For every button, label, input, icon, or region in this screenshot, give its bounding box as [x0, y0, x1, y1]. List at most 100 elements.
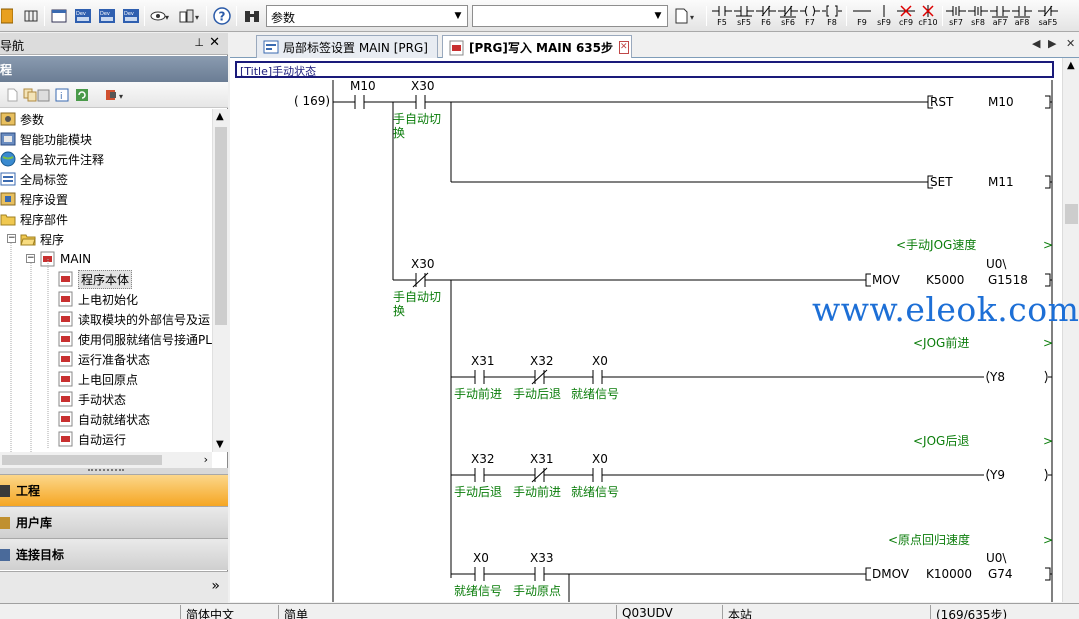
- statement-end: >: [1043, 533, 1054, 547]
- step-number: ( 169): [294, 94, 331, 108]
- contact-x31[interactable]: X31: [471, 354, 495, 368]
- project-section-header: 程: [0, 56, 228, 82]
- scroll-thumb[interactable]: [1065, 204, 1078, 224]
- falling-pulse-button[interactable]: sF8: [968, 3, 988, 29]
- contact-x0[interactable]: X0: [592, 354, 608, 368]
- project-icon[interactable]: [0, 5, 14, 27]
- device-search-combo[interactable]: 参数 ▼: [266, 5, 468, 27]
- contact-x31[interactable]: X31: [530, 452, 554, 466]
- instruction-dmov[interactable]: DMOV: [872, 567, 909, 581]
- close-icon[interactable]: ✕: [209, 35, 220, 50]
- contact-x0[interactable]: X0: [473, 551, 489, 565]
- tab-label: 局部标签设置 MAIN [PRG]: [283, 40, 428, 55]
- dev-icon-1[interactable]: Dev: [72, 5, 94, 27]
- new-document-icon[interactable]: ▾: [670, 5, 704, 27]
- chevron-down-icon[interactable]: ▼: [451, 8, 465, 24]
- contact-x30[interactable]: X30: [411, 257, 435, 271]
- dev-icon-2[interactable]: Dev: [96, 5, 118, 27]
- close-icon[interactable]: ✕: [619, 41, 629, 54]
- tab-scroll-left-icon[interactable]: ◀: [1032, 37, 1040, 50]
- comment-switch: 手自动切: [393, 112, 442, 126]
- scroll-thumb[interactable]: [2, 455, 162, 465]
- watch-icon[interactable]: ▾: [148, 5, 174, 27]
- svg-text:▾: ▾: [690, 13, 694, 22]
- settings-dropdown-icon[interactable]: ▾: [104, 87, 128, 103]
- operand-m10[interactable]: M10: [988, 95, 1014, 109]
- refresh-icon[interactable]: [74, 87, 90, 103]
- fkey-label: sF6: [781, 18, 795, 27]
- help-icon[interactable]: ?: [210, 5, 234, 27]
- invert-result-button[interactable]: saF5: [1038, 3, 1058, 29]
- vertical-line-button[interactable]: sF9: [874, 3, 894, 29]
- contact-no-button[interactable]: F5: [712, 3, 732, 29]
- list-window-icon[interactable]: [48, 5, 70, 27]
- paste-icon[interactable]: [36, 87, 52, 103]
- operand-g74[interactable]: G74: [988, 567, 1013, 581]
- tab-program-main[interactable]: [PRG]写入 MAIN 635步 ✕: [442, 35, 632, 59]
- comment-manual-back: 手动后退: [513, 387, 562, 401]
- tab-local-label[interactable]: 局部标签设置 MAIN [PRG]: [256, 35, 438, 58]
- scroll-down-icon[interactable]: ▼: [216, 439, 224, 450]
- dev-icon-3[interactable]: Dev: [120, 5, 142, 27]
- scroll-right-icon[interactable]: ›: [204, 453, 208, 466]
- rising-pulse-button[interactable]: sF7: [946, 3, 966, 29]
- contact-m10[interactable]: M10: [350, 79, 376, 93]
- coil-button[interactable]: F7: [800, 3, 820, 29]
- scroll-up-icon[interactable]: ▲: [1067, 60, 1075, 71]
- operand-k5000[interactable]: K5000: [926, 273, 964, 287]
- coil-y8[interactable]: Y8: [990, 370, 1005, 384]
- instruction-mov[interactable]: MOV: [872, 273, 900, 287]
- contact-x30[interactable]: X30: [411, 79, 435, 93]
- device-test-icon[interactable]: ▾: [176, 5, 204, 27]
- nav-library-button[interactable]: 用户库: [0, 506, 228, 538]
- rising-pulse-parallel-button[interactable]: aF7: [990, 3, 1010, 29]
- statement-jog-speed: <手动JOG速度: [896, 238, 977, 252]
- pin-icon[interactable]: ⊥: [194, 36, 204, 49]
- instruction-button[interactable]: F8: [822, 3, 842, 29]
- delete-horizontal-button[interactable]: cF9: [896, 3, 916, 29]
- operand-g1518[interactable]: G1518: [988, 273, 1028, 287]
- scroll-up-icon[interactable]: ▲: [216, 111, 224, 122]
- properties-icon[interactable]: i: [54, 87, 70, 103]
- delete-vertical-button[interactable]: cF10: [918, 3, 938, 29]
- instruction-rst[interactable]: RST: [930, 95, 953, 109]
- fkey-label: F5: [717, 18, 727, 27]
- contact-x32[interactable]: X32: [471, 452, 495, 466]
- module-icon[interactable]: [20, 5, 42, 27]
- instruction-set[interactable]: SET: [930, 175, 953, 189]
- tree-guide-lines: [10, 243, 49, 452]
- contact-nc-button[interactable]: F6: [756, 3, 776, 29]
- contact-x32[interactable]: X32: [530, 354, 554, 368]
- contact-no-parallel-button[interactable]: sF5: [734, 3, 754, 29]
- contact-x33[interactable]: X33: [530, 551, 554, 565]
- rung-title-box[interactable]: [Title]手动状态: [235, 61, 1054, 78]
- editor-vertical-scrollbar[interactable]: ▲: [1062, 58, 1079, 602]
- horizontal-line-button[interactable]: F9: [852, 3, 872, 29]
- scroll-thumb[interactable]: [215, 127, 227, 325]
- binoculars-icon[interactable]: [240, 5, 264, 27]
- contact-x0[interactable]: X0: [592, 452, 608, 466]
- close-icon[interactable]: ✕: [1066, 37, 1075, 50]
- new-item-icon[interactable]: [4, 87, 20, 103]
- rung-title: [Title]手动状态: [240, 65, 317, 78]
- fkey-label: sF9: [877, 18, 891, 27]
- operand-k10000[interactable]: K10000: [926, 567, 972, 581]
- nav-project-button[interactable]: 工程: [0, 474, 228, 506]
- nav-button-label: 用户库: [16, 516, 53, 530]
- falling-pulse-parallel-button[interactable]: aF8: [1012, 3, 1032, 29]
- statement-end: >: [1043, 434, 1054, 448]
- coil-y9[interactable]: Y9: [990, 468, 1005, 482]
- chevron-down-icon[interactable]: ▼: [651, 8, 665, 24]
- tree-vertical-scrollbar[interactable]: ▲ ▼: [212, 109, 228, 452]
- nav-connection-button[interactable]: 连接目标: [0, 538, 228, 570]
- tree-horizontal-scrollbar[interactable]: ›: [0, 452, 212, 468]
- library-icon: [0, 517, 10, 529]
- svg-text:i: i: [60, 92, 63, 102]
- more-icon[interactable]: »: [211, 578, 220, 594]
- ladder-editor[interactable]: [Title]手动状态 ( 169) M10 X30 手自动切 换 X30 手自…: [230, 58, 1062, 602]
- label-combo[interactable]: ▼: [472, 5, 668, 27]
- operand-m11[interactable]: M11: [988, 175, 1014, 189]
- contact-nc-parallel-button[interactable]: sF6: [778, 3, 798, 29]
- tab-scroll-right-icon[interactable]: ▶: [1048, 37, 1056, 50]
- comment-manual-forward: 手动前进: [454, 387, 503, 401]
